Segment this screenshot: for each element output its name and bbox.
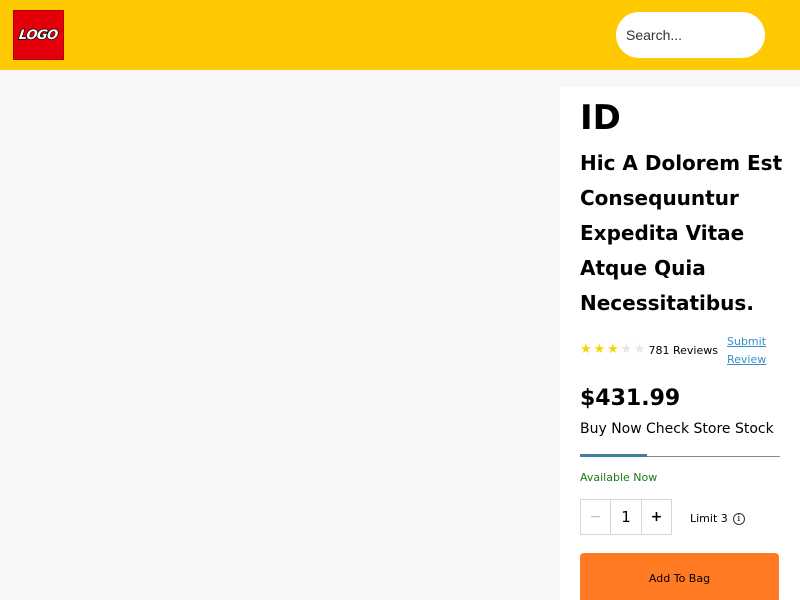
quantity-stepper: − 1 + — [580, 499, 672, 535]
reviews-count[interactable]: 781 Reviews — [649, 344, 718, 357]
star-filled-icon: ★ — [580, 342, 592, 357]
minus-icon: − — [589, 509, 602, 525]
plus-icon: + — [650, 509, 663, 525]
product-image-area — [0, 70, 560, 600]
search-input[interactable] — [616, 12, 765, 58]
tab-check-store-stock[interactable]: Check Store Stock — [646, 418, 774, 440]
tab-buy-now[interactable]: Buy Now — [580, 418, 642, 440]
logo-text: LOGO — [17, 27, 59, 43]
star-filled-icon: ★ — [607, 342, 619, 357]
star-empty-icon: ★ — [634, 342, 646, 357]
decrement-button[interactable]: − — [581, 500, 611, 534]
rating: ★ ★ ★ ★ ★ 781 Reviews — [580, 342, 718, 358]
product-details-panel: ID Hic A Dolorem Est Consequuntur Expedi… — [560, 87, 800, 600]
logo[interactable]: LOGO — [13, 10, 64, 60]
star-filled-icon: ★ — [593, 342, 606, 357]
star-empty-icon: ★ — [620, 342, 633, 357]
availability-status: Available Now — [580, 471, 658, 484]
product-title: Hic A Dolorem Est Consequuntur Expedita … — [580, 151, 783, 315]
purchase-limit: Limit 3 i — [690, 512, 745, 525]
submit-review-link[interactable]: Submit Review — [727, 333, 787, 369]
quantity-value[interactable]: 1 — [611, 500, 641, 534]
site-header: LOGO — [0, 0, 800, 70]
purchase-tabs: Buy Now Check Store Stock — [580, 418, 780, 458]
limit-label: Limit 3 — [690, 512, 728, 525]
product-price: $431.99 — [580, 386, 681, 411]
product-id: ID — [580, 98, 621, 138]
tab-active-indicator — [580, 454, 647, 457]
info-icon[interactable]: i — [732, 512, 745, 525]
add-to-bag-button[interactable]: Add To Bag — [580, 553, 779, 600]
increment-button[interactable]: + — [641, 500, 671, 534]
